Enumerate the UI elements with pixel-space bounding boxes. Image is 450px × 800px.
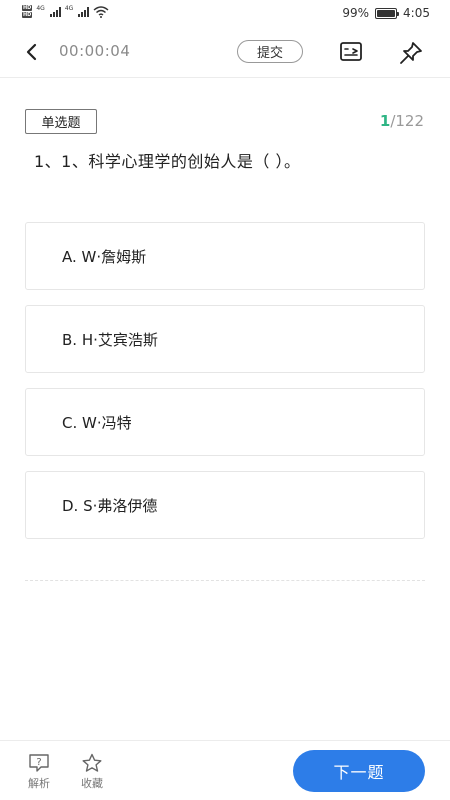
star-icon bbox=[82, 753, 102, 772]
question-progress: 1/122 bbox=[380, 112, 424, 130]
option-d-label: D. S·弗洛伊德 bbox=[62, 496, 158, 515]
battery-percent: 99% bbox=[342, 6, 370, 20]
question-text: 1、1、科学心理学的创始人是（ ）。 bbox=[34, 152, 301, 171]
elapsed-timer: 00:00:04 bbox=[59, 42, 131, 60]
bottom-toolbar: ? 解析 收藏 下一题 bbox=[0, 740, 450, 800]
top-nav-bar: 00:00:04 提交 bbox=[0, 28, 450, 78]
analysis-label: 解析 bbox=[28, 777, 50, 790]
option-c[interactable]: C. W·冯特 bbox=[25, 388, 425, 456]
clock-time: 4:05 bbox=[403, 6, 430, 20]
progress-current: 1 bbox=[379, 112, 391, 130]
hd-icon: HD HD bbox=[22, 5, 33, 18]
option-a-label: A. W·詹姆斯 bbox=[62, 247, 147, 266]
status-left: HD HD 4G 4G bbox=[22, 5, 109, 18]
wifi-icon bbox=[93, 5, 109, 18]
option-b[interactable]: B. H·艾宾浩斯 bbox=[25, 305, 425, 373]
network-label-1: 4G bbox=[36, 5, 45, 12]
answer-sheet-button[interactable] bbox=[338, 40, 364, 64]
favorite-button[interactable]: 收藏 bbox=[77, 753, 107, 791]
pin-button[interactable] bbox=[398, 40, 424, 66]
submit-button[interactable]: 提交 bbox=[237, 40, 303, 63]
signal-icon bbox=[78, 6, 90, 17]
hd-label-1: HD bbox=[22, 5, 33, 11]
section-divider bbox=[25, 580, 425, 581]
option-d[interactable]: D. S·弗洛伊德 bbox=[25, 471, 425, 539]
analysis-icon: ? bbox=[29, 754, 49, 772]
next-question-button[interactable]: 下一题 bbox=[293, 750, 425, 792]
signal-icon bbox=[49, 6, 61, 17]
analysis-button[interactable]: ? 解析 bbox=[24, 753, 54, 791]
pin-icon bbox=[400, 42, 422, 64]
battery-icon bbox=[375, 7, 400, 19]
answer-sheet-icon bbox=[340, 42, 362, 61]
status-right: 99% 4:05 bbox=[342, 6, 430, 20]
question-type-badge: 单选题 bbox=[25, 109, 97, 134]
back-button[interactable] bbox=[20, 40, 44, 64]
option-c-label: C. W·冯特 bbox=[62, 413, 132, 432]
back-arrow-icon bbox=[26, 43, 37, 61]
network-label-2: 4G bbox=[64, 5, 74, 12]
hd-label-2: HD bbox=[22, 12, 33, 18]
option-b-label: B. H·艾宾浩斯 bbox=[62, 330, 158, 349]
battery-fill bbox=[377, 9, 395, 17]
option-a[interactable]: A. W·詹姆斯 bbox=[25, 222, 425, 290]
status-bar: HD HD 4G 4G 99% 4:05 bbox=[0, 0, 450, 28]
favorite-label: 收藏 bbox=[81, 777, 103, 790]
svg-text:?: ? bbox=[36, 757, 41, 768]
progress-total: /122 bbox=[390, 112, 424, 130]
